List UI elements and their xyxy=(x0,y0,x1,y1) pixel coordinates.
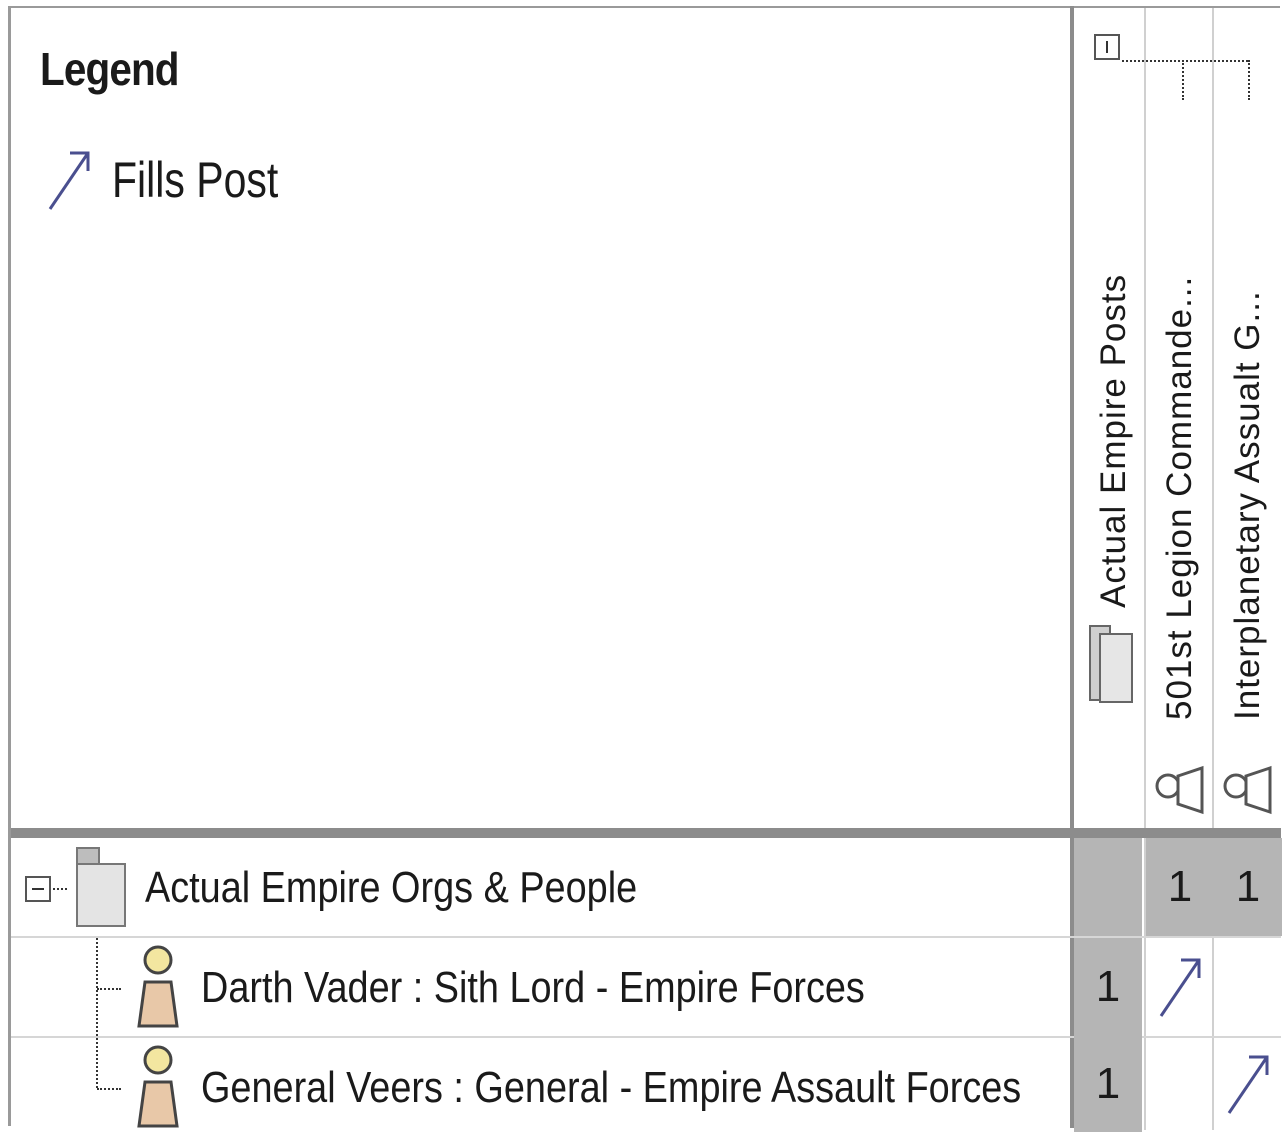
matrix-cell[interactable]: 1 xyxy=(1146,838,1214,936)
legend-item-fills-post: Fills Post xyxy=(44,140,315,220)
row-label: Darth Vader : Sith Lord - Empire Forces xyxy=(201,963,865,1012)
matrix-cell[interactable] xyxy=(1214,1036,1282,1132)
matrix-cell[interactable]: 1 xyxy=(1074,938,1142,1036)
matrix-cell[interactable] xyxy=(1214,938,1282,1036)
matrix-cell[interactable] xyxy=(1074,838,1142,936)
matrix-cell[interactable] xyxy=(1146,938,1214,1036)
post-icon xyxy=(1155,765,1204,815)
row-darth-vader[interactable]: Darth Vader : Sith Lord - Empire Forces xyxy=(11,938,1071,1038)
person-icon xyxy=(137,1045,179,1128)
column-header-label: Actual Empire Posts xyxy=(1094,273,1133,608)
matrix-cell[interactable] xyxy=(1146,1036,1214,1132)
row-general-veers[interactable]: General Veers : General - Empire Assault… xyxy=(11,1038,1071,1138)
package-icon xyxy=(1089,625,1133,703)
matrix-cell[interactable]: 1 xyxy=(1074,1036,1142,1132)
column-header-501st[interactable]: 501st Legion Commande... xyxy=(1146,8,1214,828)
tree-connector xyxy=(53,888,67,890)
person-icon xyxy=(137,945,179,1028)
row-group[interactable]: Actual Empire Orgs & People xyxy=(11,838,1071,938)
header-divider-horizontal xyxy=(11,828,1281,838)
column-header-label: 501st Legion Commande... xyxy=(1160,275,1199,720)
tree-connector xyxy=(97,1088,121,1090)
matrix-cell[interactable]: 1 xyxy=(1214,838,1282,936)
row-label: Actual Empire Orgs & People xyxy=(145,863,638,912)
post-icon xyxy=(1223,765,1272,815)
relationship-arrow-icon xyxy=(1159,958,1201,1017)
tree-connector xyxy=(97,988,121,990)
row-label: General Veers : General - Empire Assault… xyxy=(201,1063,1022,1112)
package-icon xyxy=(76,847,126,927)
column-header-group[interactable]: Actual Empire Posts xyxy=(1078,8,1146,828)
legend-title: Legend xyxy=(40,43,180,95)
relationship-arrow-icon xyxy=(1227,1055,1269,1114)
legend-panel xyxy=(11,8,1071,828)
legend-item-label: Fills Post xyxy=(112,152,279,208)
column-header-interplanetary[interactable]: Interplanetary Assualt G... xyxy=(1214,8,1282,828)
relationship-arrow-icon xyxy=(48,151,90,210)
row-collapse-toggle[interactable] xyxy=(25,876,51,902)
column-header-label: Interplanetary Assualt G... xyxy=(1228,290,1267,720)
